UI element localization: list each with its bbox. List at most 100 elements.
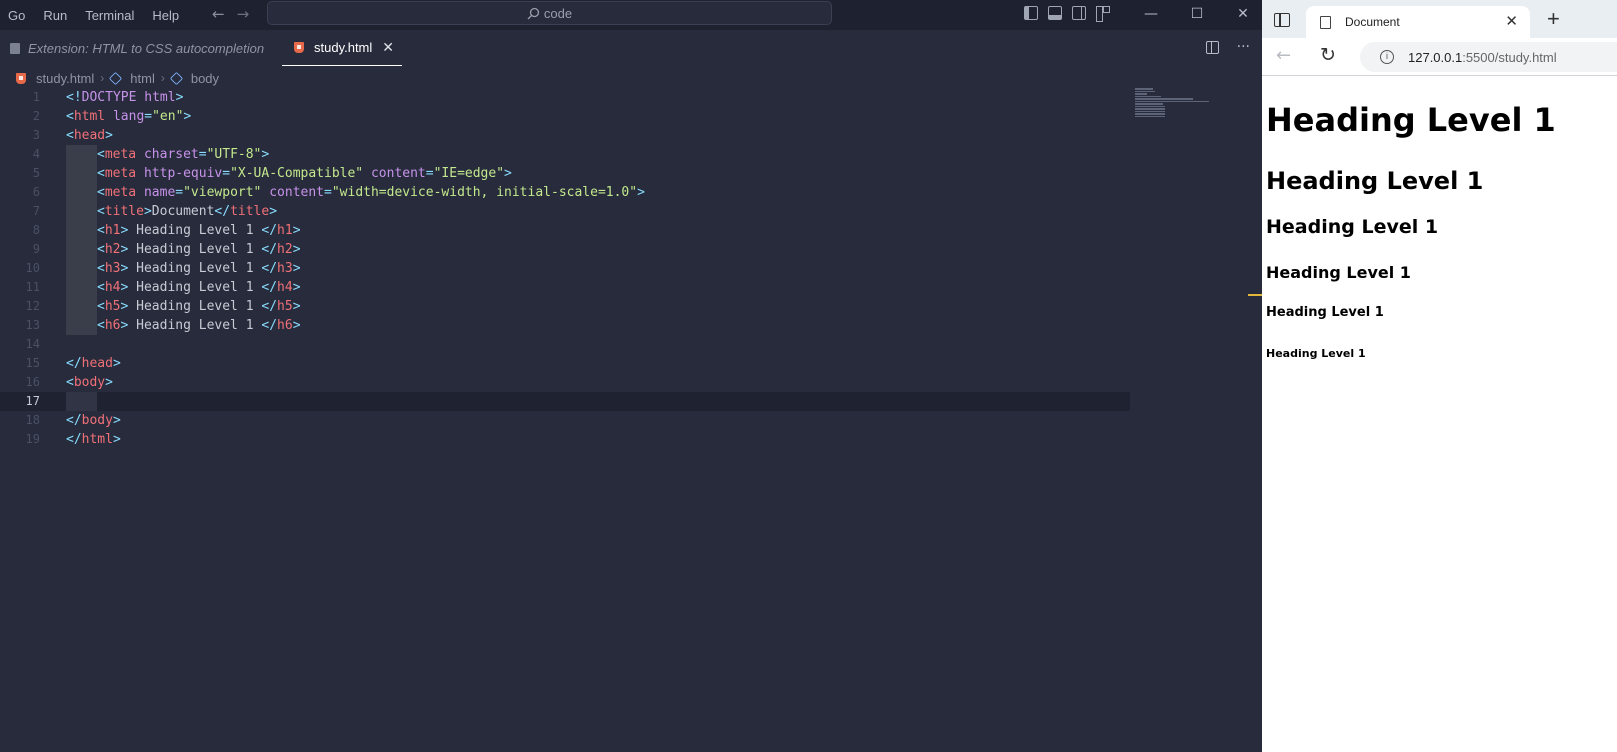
heading-h2: Heading Level 1 xyxy=(1266,167,1484,195)
line-number: 16 xyxy=(25,375,40,389)
menu-item-run[interactable]: Run xyxy=(43,8,67,23)
menu-item-help[interactable]: Help xyxy=(152,8,179,23)
breadcrumb: study.html › html › body xyxy=(16,68,219,88)
element-icon xyxy=(169,71,183,85)
code-line[interactable]: 13 <h6> Heading Level 1 </h6> xyxy=(0,316,1130,335)
line-source: <meta charset="UTF-8"> xyxy=(97,147,270,162)
more-actions-icon[interactable]: ··· xyxy=(1237,39,1250,55)
back-arrow-icon[interactable]: ← xyxy=(1276,45,1291,66)
code-line[interactable]: 11 <h4> Heading Level 1 </h4> xyxy=(0,278,1130,297)
code-line[interactable]: 17 xyxy=(0,392,1130,411)
code-line[interactable]: 1 <!DOCTYPE html> xyxy=(0,88,1130,107)
menu-item-terminal[interactable]: Terminal xyxy=(85,8,134,23)
line-source: </html> xyxy=(66,432,121,447)
line-number: 14 xyxy=(25,337,40,351)
line-source: <h5> Heading Level 1 </h5> xyxy=(97,299,301,314)
line-source: </body> xyxy=(66,413,121,428)
html5-file-icon xyxy=(16,72,26,84)
toggle-secondary-sidebar-icon[interactable] xyxy=(1072,6,1086,20)
url-path: :5500/study.html xyxy=(1462,49,1557,65)
browser-tab-document[interactable]: Document ✕ xyxy=(1306,6,1530,38)
editor-actions: ··· xyxy=(1205,39,1250,55)
line-number: 7 xyxy=(32,204,40,218)
line-number: 13 xyxy=(25,318,40,332)
line-source: <html lang="en"> xyxy=(66,109,192,124)
code-line[interactable]: 14 xyxy=(0,335,1130,354)
info-icon[interactable]: i xyxy=(1380,50,1394,64)
toggle-primary-sidebar-icon[interactable] xyxy=(1024,6,1038,20)
line-number: 6 xyxy=(32,185,40,199)
minimap[interactable] xyxy=(1135,88,1215,128)
code-line[interactable]: 3 <head> xyxy=(0,126,1130,145)
close-tab-icon[interactable]: ✕ xyxy=(382,39,394,56)
tab-extension[interactable]: Extension: HTML to CSS autocompletion xyxy=(10,30,264,66)
line-number: 5 xyxy=(32,166,40,180)
line-source: <meta name="viewport" content="width=dev… xyxy=(97,185,645,200)
tab-study-html[interactable]: study.html ✕ xyxy=(282,30,402,66)
minimize-icon[interactable]: — xyxy=(1128,6,1174,22)
forward-arrow-icon[interactable]: → xyxy=(237,4,250,24)
line-number: 10 xyxy=(25,261,40,275)
title-bar: Go Run Terminal Help ← → code — ☐ ✕ xyxy=(0,0,1262,30)
code-line[interactable]: 8 <h1> Heading Level 1 </h1> xyxy=(0,221,1130,240)
code-line[interactable]: 15 </head> xyxy=(0,354,1130,373)
breadcrumb-file[interactable]: study.html xyxy=(36,71,94,86)
line-number: 8 xyxy=(32,223,40,237)
line-source: <h1> Heading Level 1 </h1> xyxy=(97,223,301,238)
chevron-right-icon: › xyxy=(160,71,165,85)
close-tab-icon[interactable]: ✕ xyxy=(1505,12,1518,30)
breadcrumb-html[interactable]: html xyxy=(130,71,155,86)
search-icon xyxy=(527,7,540,19)
tab-label: Extension: HTML to CSS autocompletion xyxy=(28,40,265,56)
code-line[interactable]: 5 <meta http-equiv="X-UA-Compatible" cont… xyxy=(0,164,1130,183)
line-number: 3 xyxy=(32,128,40,142)
line-source: </head> xyxy=(66,356,121,371)
code-area[interactable]: 1 <!DOCTYPE html> 2 <html lang="en"> 3 <head>… xyxy=(0,88,1130,449)
close-window-icon[interactable]: ✕ xyxy=(1220,6,1266,22)
editor-tab-bar: Extension: HTML to CSS autocompletion st… xyxy=(0,30,1262,66)
code-editor-window: Go Run Terminal Help ← → code — ☐ ✕ Exte… xyxy=(0,0,1262,752)
url-text: 127.0.0.1:5500/study.html xyxy=(1408,50,1557,65)
line-source: <h3> Heading Level 1 </h3> xyxy=(97,261,301,276)
reload-icon[interactable]: ↻ xyxy=(1320,44,1336,66)
window-controls: — ☐ ✕ xyxy=(1128,0,1266,28)
extension-doc-icon xyxy=(10,42,20,54)
split-editor-icon[interactable] xyxy=(1205,41,1219,54)
back-arrow-icon[interactable]: ← xyxy=(212,4,225,24)
customize-layout-icon[interactable] xyxy=(1096,6,1110,22)
line-number: 19 xyxy=(25,432,40,446)
maximize-icon[interactable]: ☐ xyxy=(1174,6,1220,22)
line-source: <h4> Heading Level 1 </h4> xyxy=(97,280,301,295)
code-line[interactable]: 4 <meta charset="UTF-8"> xyxy=(0,145,1130,164)
code-line[interactable]: 19 </html> xyxy=(0,430,1130,449)
command-center-text: code xyxy=(543,5,573,21)
new-tab-icon[interactable]: + xyxy=(1547,8,1560,30)
scrollbar-marker xyxy=(1248,294,1262,296)
line-source: <h6> Heading Level 1 </h6> xyxy=(97,318,301,333)
code-line[interactable]: 18 </body> xyxy=(0,411,1130,430)
code-line[interactable]: 16 <body> xyxy=(0,373,1130,392)
tab-actions-icon[interactable] xyxy=(1274,13,1290,27)
element-icon xyxy=(109,71,123,85)
browser-tab-title: Document xyxy=(1345,15,1400,29)
code-line[interactable]: 9 <h2> Heading Level 1 </h2> xyxy=(0,240,1130,259)
code-line[interactable]: 10 <h3> Heading Level 1 </h3> xyxy=(0,259,1130,278)
code-line[interactable]: 7 <title>Document</title> xyxy=(0,202,1130,221)
line-number: 1 xyxy=(32,90,40,104)
tab-label: study.html xyxy=(314,40,373,55)
code-line[interactable]: 6 <meta name="viewport" content="width=de… xyxy=(0,183,1130,202)
toggle-panel-icon[interactable] xyxy=(1048,6,1062,20)
line-source: <h2> Heading Level 1 </h2> xyxy=(97,242,301,257)
code-line[interactable]: 2 <html lang="en"> xyxy=(0,107,1130,126)
line-number: 2 xyxy=(32,109,40,123)
line-source: <!DOCTYPE html> xyxy=(66,90,184,105)
heading-h1: Heading Level 1 xyxy=(1266,101,1556,139)
breadcrumb-body[interactable]: body xyxy=(191,71,219,86)
line-source: <body> xyxy=(66,375,113,390)
heading-h3: Heading Level 1 xyxy=(1266,216,1439,238)
chevron-right-icon: › xyxy=(100,71,105,85)
menu-item-go[interactable]: Go xyxy=(8,8,25,23)
command-center[interactable]: code xyxy=(267,1,832,25)
address-bar[interactable]: i 127.0.0.1:5500/study.html xyxy=(1360,42,1617,72)
code-line[interactable]: 12 <h5> Heading Level 1 </h5> xyxy=(0,297,1130,316)
